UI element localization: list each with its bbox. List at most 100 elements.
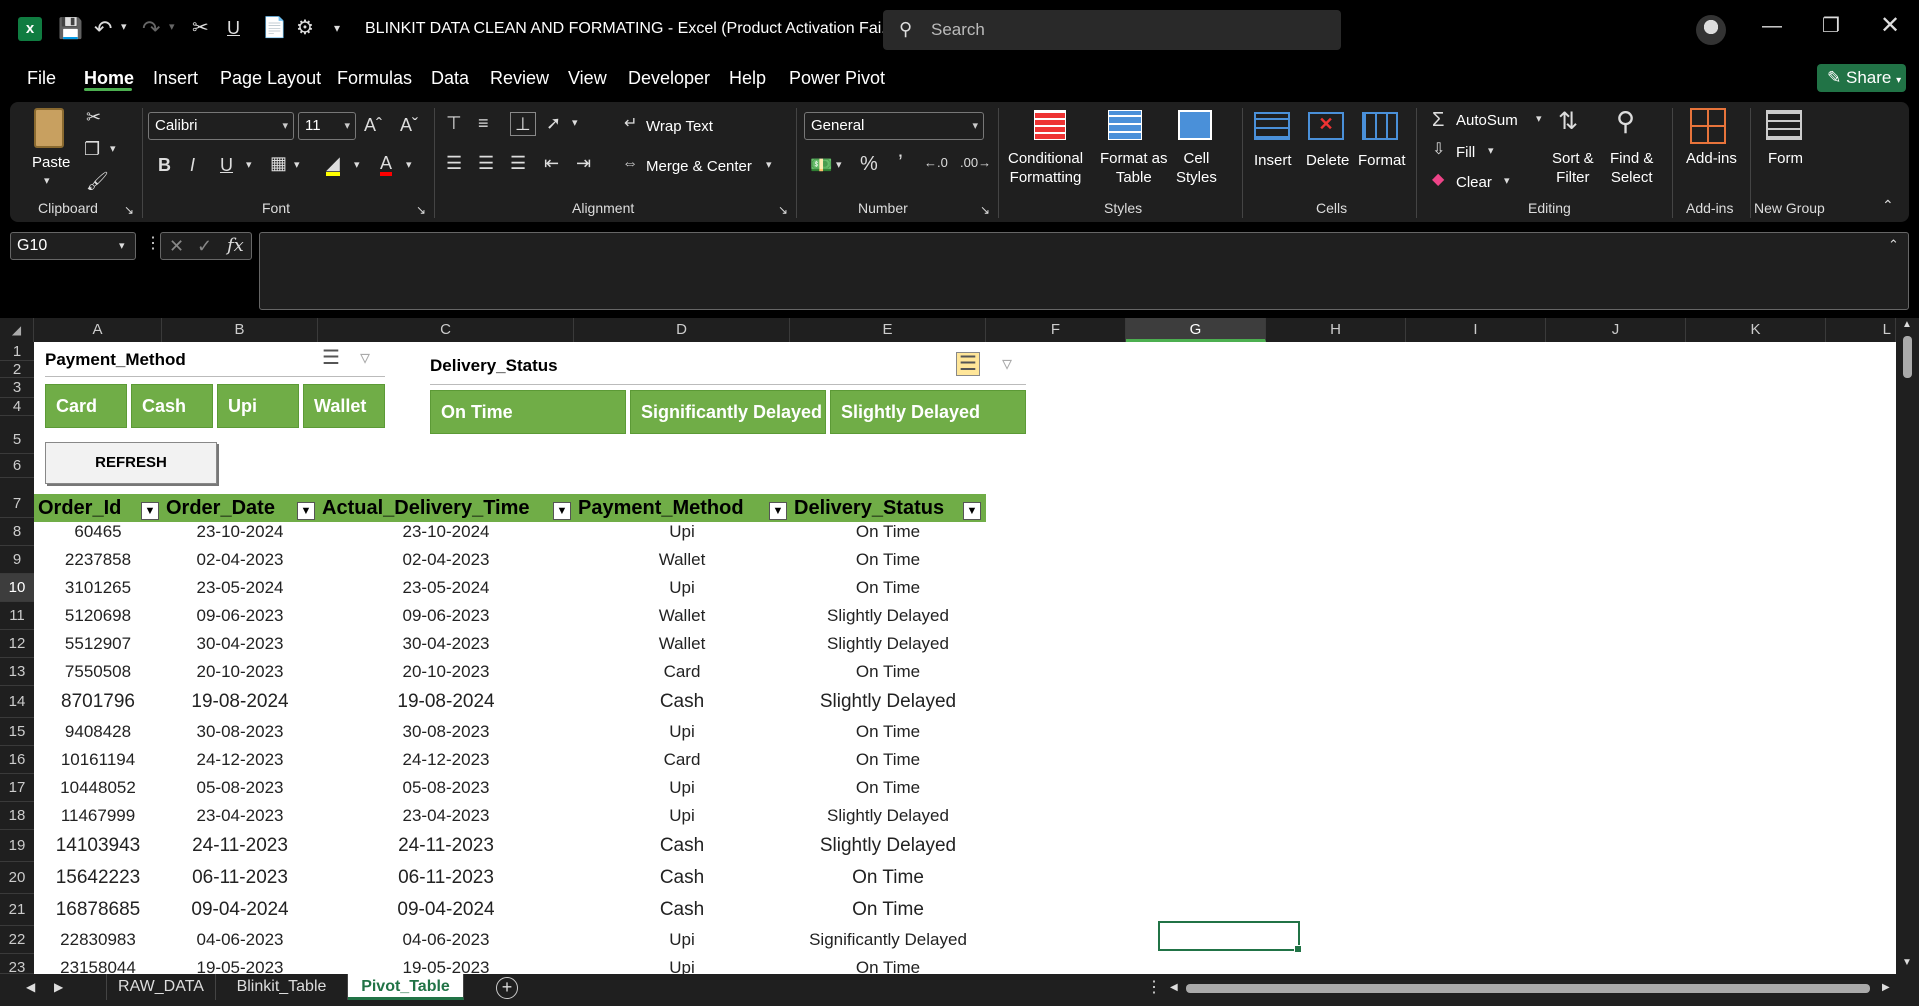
sort-filter-icon[interactable]: ⇅ (1558, 110, 1578, 134)
new-file-icon[interactable]: 📄 (262, 18, 287, 38)
cut-icon[interactable]: ✂ (86, 108, 101, 126)
fill-button[interactable]: Fill (1456, 144, 1475, 163)
orientation-icon[interactable]: ➚ (546, 114, 561, 132)
merge-dropdown-icon[interactable]: ▾ (766, 160, 772, 171)
delivery-time-cell[interactable]: 19-05-2023 (318, 954, 574, 974)
scroll-up-icon[interactable]: ▲ (1902, 320, 1912, 330)
slicer-button-wallet[interactable]: Wallet (303, 384, 385, 428)
number-format-select[interactable]: General ▾ (804, 112, 984, 140)
underline-icon[interactable]: U (220, 156, 233, 174)
order-id-cell[interactable]: 16878685 (34, 894, 162, 926)
format-as-table-button[interactable]: Format as Table (1100, 150, 1168, 188)
row-header-16[interactable]: 16 (0, 746, 34, 774)
column-header-c[interactable]: C (318, 318, 574, 342)
slicer-button-cash[interactable]: Cash (131, 384, 213, 428)
column-header-a[interactable]: A (34, 318, 162, 342)
insert-cells-button[interactable]: Insert (1254, 152, 1292, 171)
enter-formula-icon[interactable]: ✓ (197, 237, 212, 255)
close-icon[interactable]: ✕ (1880, 14, 1900, 38)
delivery-time-cell[interactable]: 04-06-2023 (318, 926, 574, 954)
scroll-right-icon[interactable]: ▶ (1882, 983, 1890, 993)
borders-dropdown-icon[interactable]: ▾ (294, 160, 300, 171)
fill-icon[interactable]: ⇩ (1432, 142, 1445, 158)
worksheet-grid[interactable]: Payment_Method ☰ ▿ Card Cash Upi Wallet … (34, 342, 1896, 974)
cancel-formula-icon[interactable]: ✕ (169, 237, 184, 255)
increase-indent-icon[interactable]: ⇥ (576, 154, 591, 172)
dialog-launcher-icon[interactable]: ↘ (124, 204, 134, 216)
font-color-dropdown-icon[interactable]: ▾ (406, 160, 412, 171)
active-cell-g10[interactable] (1158, 921, 1302, 953)
decrease-font-icon[interactable]: Aˇ (400, 116, 418, 134)
tab-data[interactable]: Data (431, 68, 469, 89)
order-id-cell[interactable]: 22830983 (34, 926, 162, 954)
order-date-cell[interactable]: 09-06-2023 (162, 602, 318, 630)
find-select-icon[interactable]: ⚲ (1616, 108, 1635, 134)
row-header-11[interactable]: 11 (0, 602, 34, 630)
multi-select-icon[interactable]: ☰ (322, 348, 340, 368)
delivery-time-cell[interactable]: 30-08-2023 (318, 718, 574, 746)
refresh-button[interactable]: REFRESH (45, 442, 217, 484)
borders-icon[interactable]: ▦ (270, 154, 287, 172)
row-header-12[interactable]: 12 (0, 630, 34, 658)
align-bottom-icon[interactable]: ⊥ (510, 112, 536, 136)
row-header-7[interactable]: 7 (0, 478, 34, 518)
row-header-17[interactable]: 17 (0, 774, 34, 802)
add-ins-button[interactable]: Add-ins (1686, 150, 1737, 169)
delivery-status-cell[interactable]: On Time (790, 718, 986, 746)
delivery-time-cell[interactable]: 24-12-2023 (318, 746, 574, 774)
paste-button[interactable]: Paste ▾ (24, 106, 76, 192)
row-header-19[interactable]: 19 (0, 830, 34, 862)
slicer-button-on-time[interactable]: On Time (430, 390, 626, 434)
clear-button[interactable]: Clear (1456, 174, 1492, 193)
order-date-cell[interactable]: 02-04-2023 (162, 546, 318, 574)
tab-view[interactable]: View (568, 68, 607, 89)
delivery-status-cell[interactable]: On Time (790, 658, 986, 686)
find-select-button[interactable]: Find & Select (1610, 150, 1653, 188)
cell-styles-button[interactable]: Cell Styles (1176, 150, 1217, 188)
tab-developer[interactable]: Developer (628, 68, 710, 89)
align-middle-icon[interactable]: ≡ (478, 114, 489, 132)
minimize-icon[interactable]: — (1762, 16, 1782, 36)
more-options-icon[interactable]: ⋮ (1146, 980, 1162, 996)
column-header-d[interactable]: D (574, 318, 790, 342)
payment-method-cell[interactable]: Upi (574, 926, 790, 954)
delivery-time-cell[interactable]: 02-04-2023 (318, 546, 574, 574)
order-date-cell[interactable]: 04-06-2023 (162, 926, 318, 954)
clear-filter-icon[interactable]: ▿ (360, 348, 370, 368)
order-id-cell[interactable]: 60465 (34, 518, 162, 546)
order-id-cell[interactable]: 9408428 (34, 718, 162, 746)
slicer-button-upi[interactable]: Upi (217, 384, 299, 428)
autosum-icon[interactable]: Σ (1432, 110, 1444, 130)
order-id-cell[interactable]: 10448052 (34, 774, 162, 802)
view-icon[interactable]: ⚙ (296, 18, 314, 38)
font-size-select[interactable]: 11 ▾ (298, 112, 356, 140)
order-id-cell[interactable]: 11467999 (34, 802, 162, 830)
column-header-j[interactable]: J (1546, 318, 1686, 342)
undo-icon[interactable]: ↶ (94, 18, 112, 40)
copy-icon[interactable]: ❐ (84, 140, 100, 158)
row-header-3[interactable]: 3 (0, 378, 34, 398)
delete-cells-button[interactable]: Delete (1306, 152, 1349, 171)
delivery-time-cell[interactable]: 09-06-2023 (318, 602, 574, 630)
payment-method-cell[interactable]: Card (574, 658, 790, 686)
order-date-cell[interactable]: 23-05-2024 (162, 574, 318, 602)
payment-method-cell[interactable]: Cash (574, 686, 790, 718)
order-date-cell[interactable]: 20-10-2023 (162, 658, 318, 686)
row-header-4[interactable]: 4 (0, 398, 34, 416)
order-date-cell[interactable]: 23-10-2024 (162, 518, 318, 546)
increase-decimal-icon[interactable]: ←.0 (924, 156, 948, 169)
percent-icon[interactable]: % (860, 154, 878, 174)
tab-help[interactable]: Help (729, 68, 766, 89)
delivery-status-cell[interactable]: On Time (790, 862, 986, 894)
delivery-status-cell[interactable]: Slightly Delayed (790, 686, 986, 718)
customize-qat-icon[interactable]: ▾ (334, 22, 340, 34)
row-header-23[interactable]: 23 (0, 954, 34, 976)
delivery-status-cell[interactable]: On Time (790, 574, 986, 602)
more-options-icon[interactable]: ⋮ (145, 236, 161, 252)
delivery-status-cell[interactable]: On Time (790, 746, 986, 774)
row-header-10[interactable]: 10 (0, 574, 34, 602)
delivery-status-cell[interactable]: Significantly Delayed (790, 926, 986, 954)
row-header-18[interactable]: 18 (0, 802, 34, 830)
delivery-status-cell[interactable]: On Time (790, 518, 986, 546)
align-center-icon[interactable]: ☰ (478, 154, 494, 172)
